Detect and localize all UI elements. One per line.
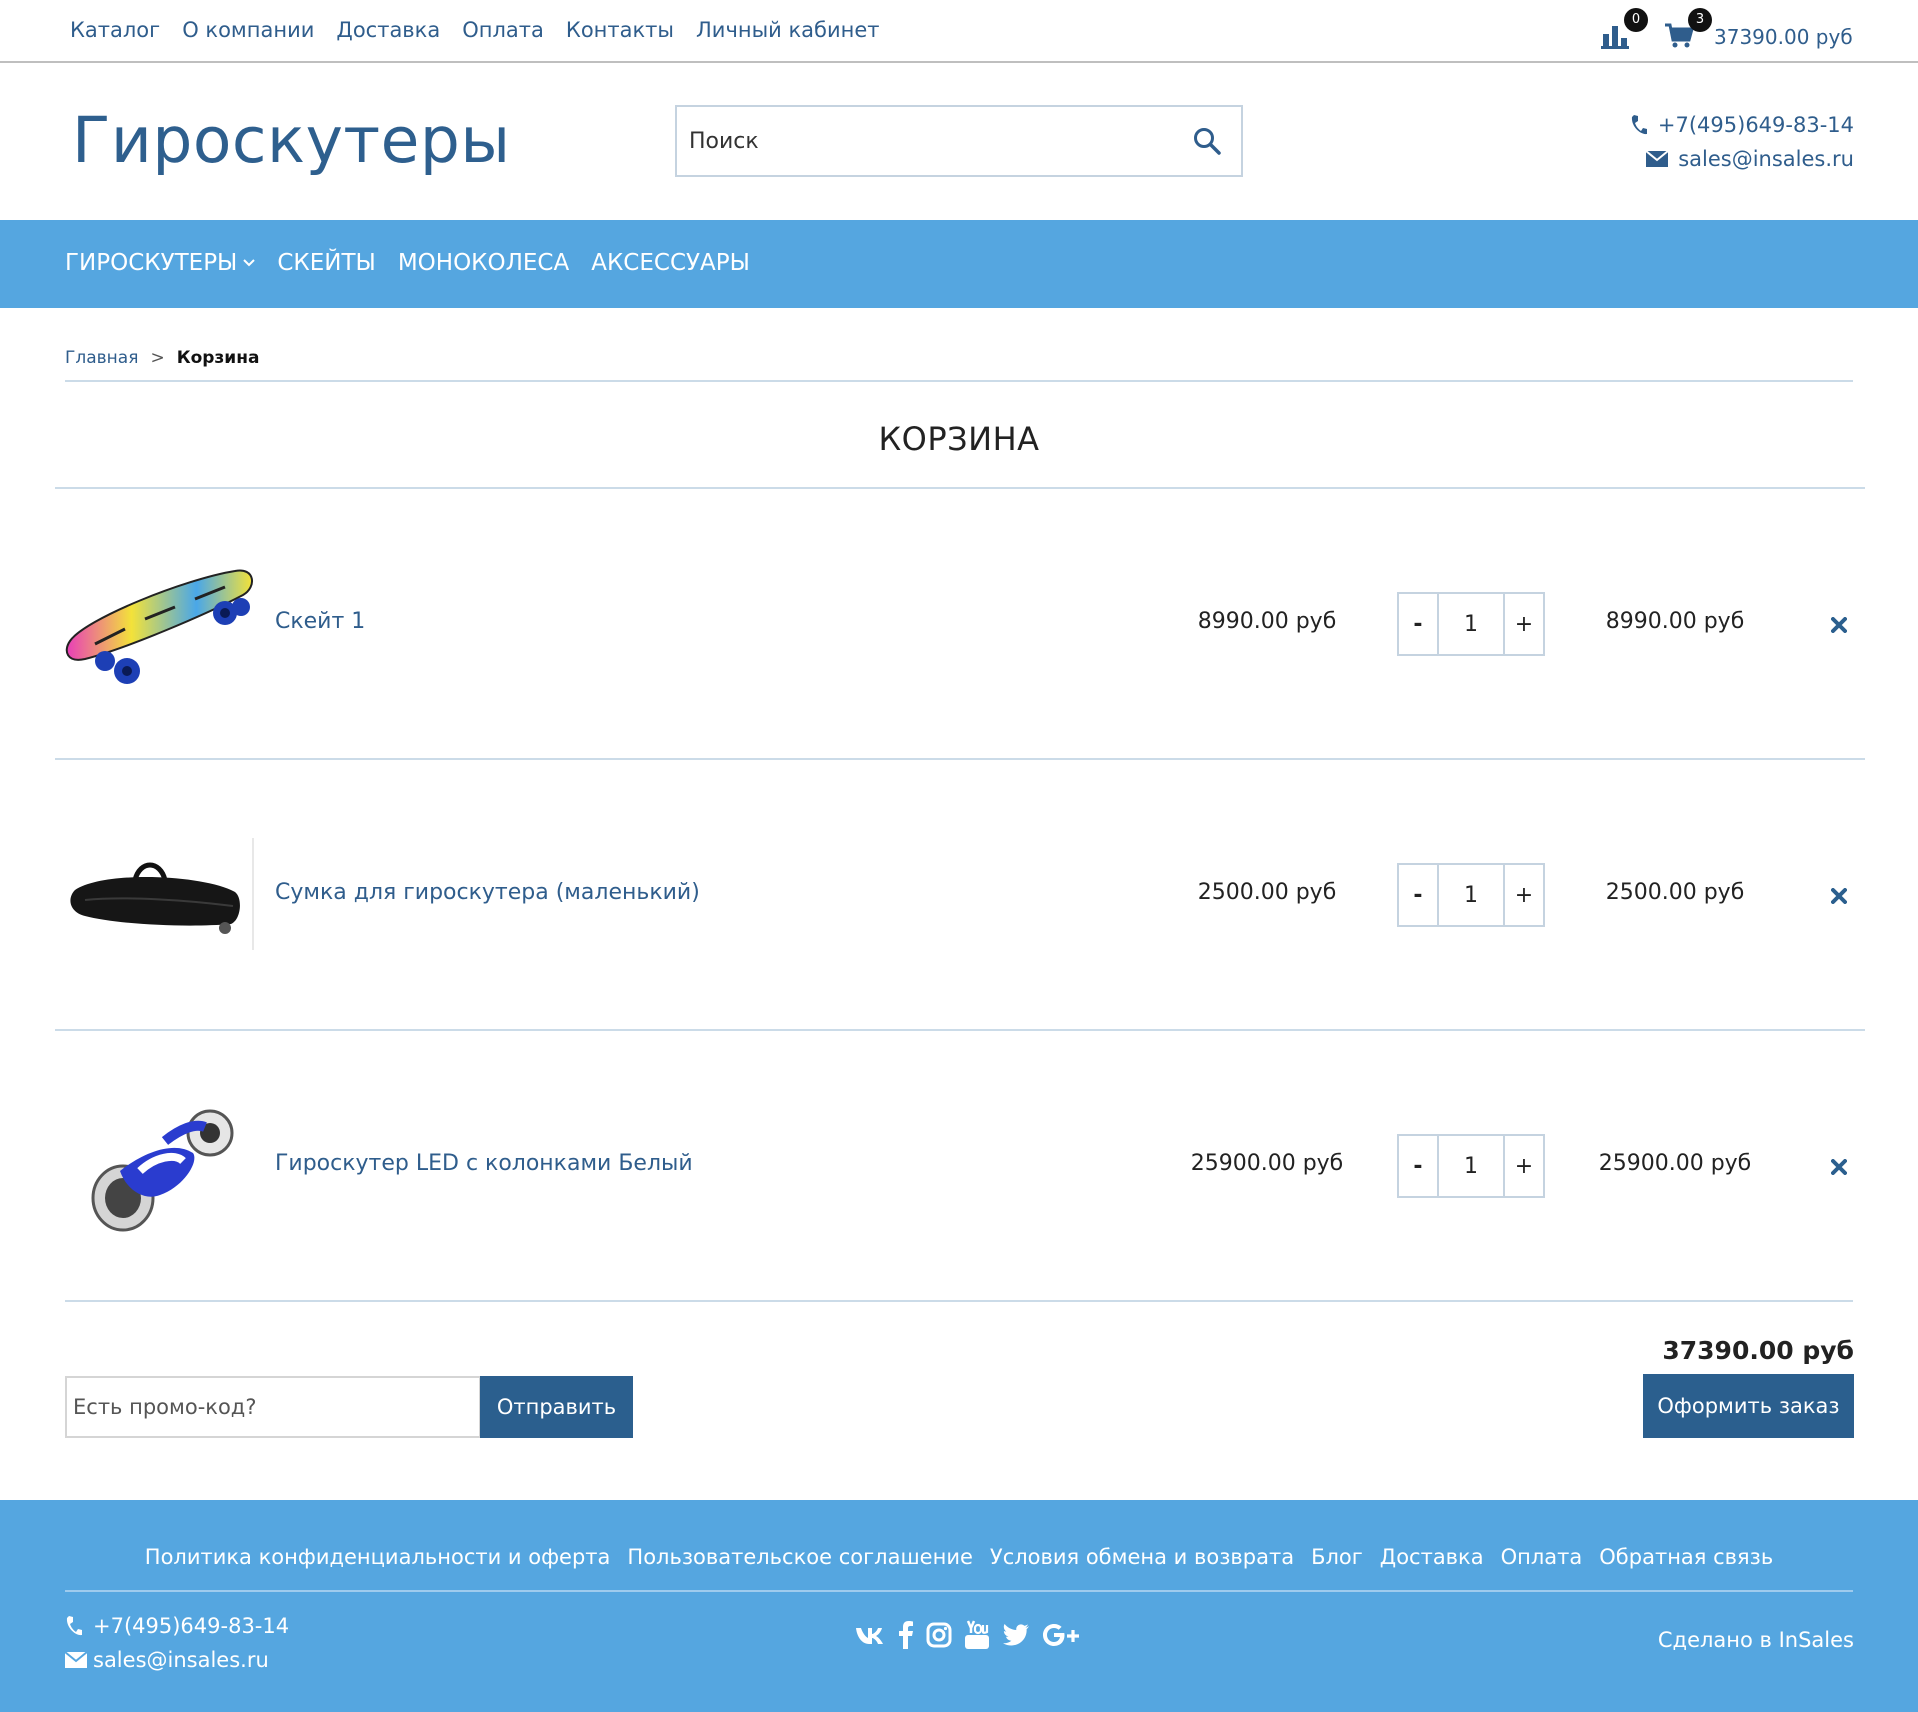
footer-email: sales@insales.ru xyxy=(65,1648,269,1672)
search-input[interactable] xyxy=(677,107,1177,175)
close-icon xyxy=(1831,1159,1847,1175)
promo-code-input[interactable] xyxy=(65,1376,481,1438)
footer-link-terms[interactable]: Пользовательское соглашение xyxy=(627,1545,972,1569)
site-logo[interactable]: Гироскутеры xyxy=(72,104,511,177)
footer-link-feedback[interactable]: Обратная связь xyxy=(1599,1545,1773,1569)
quantity-stepper: - + xyxy=(1397,1134,1545,1198)
close-icon xyxy=(1831,617,1847,633)
social-links xyxy=(854,1620,1080,1650)
main-nav: ГИРОСКУТЕРЫ СКЕЙТЫ МОНОКОЛЕСА АКСЕССУАРЫ xyxy=(0,220,1918,308)
header-phone: +7(495)649-83-14 xyxy=(1630,113,1854,137)
qty-input[interactable] xyxy=(1439,865,1503,925)
top-nav-contacts[interactable]: Контакты xyxy=(566,18,674,42)
top-nav-about[interactable]: О компании xyxy=(182,18,314,42)
breadcrumb-home[interactable]: Главная xyxy=(65,348,138,368)
qty-input[interactable] xyxy=(1439,594,1503,654)
instagram-icon[interactable] xyxy=(926,1622,952,1648)
phone-icon xyxy=(66,1616,82,1636)
cart-count-badge: 3 xyxy=(1688,8,1712,32)
main-nav-hoverboards[interactable]: ГИРОСКУТЕРЫ xyxy=(65,250,256,276)
search-box xyxy=(675,105,1243,177)
search-button[interactable] xyxy=(1173,107,1241,175)
twitter-icon[interactable] xyxy=(1002,1623,1030,1647)
header-email: sales@insales.ru xyxy=(1646,147,1854,171)
quantity-stepper: - + xyxy=(1397,863,1545,927)
breadcrumb-divider xyxy=(65,380,1853,382)
footer-link-returns[interactable]: Условия обмена и возврата xyxy=(990,1545,1294,1569)
footer-link-delivery[interactable]: Доставка xyxy=(1380,1545,1484,1569)
chevron-down-icon xyxy=(243,259,256,267)
product-price: 25900.00 руб xyxy=(1190,1151,1344,1176)
product-price: 8990.00 руб xyxy=(1197,609,1337,634)
cart-row: Гироскутер LED с колонками Белый 25900.0… xyxy=(55,1031,1865,1301)
qty-increase-button[interactable]: + xyxy=(1503,1136,1543,1196)
footer-link-payment[interactable]: Оплата xyxy=(1501,1545,1583,1569)
top-nav-account[interactable]: Личный кабинет xyxy=(696,18,880,42)
top-nav: Каталог О компании Доставка Оплата Конта… xyxy=(70,18,880,42)
order-total: 37390.00 руб xyxy=(1662,1336,1854,1365)
product-subtotal: 8990.00 руб xyxy=(1605,609,1745,634)
footer-divider xyxy=(65,1590,1853,1592)
remove-item-button[interactable] xyxy=(1825,882,1853,910)
footer-phone-text[interactable]: +7(495)649-83-14 xyxy=(93,1614,289,1638)
cart-button[interactable]: 3 xyxy=(1664,8,1712,52)
product-image-skateboard[interactable] xyxy=(65,549,255,699)
qty-decrease-button[interactable]: - xyxy=(1399,594,1439,654)
remove-item-button[interactable] xyxy=(1825,1153,1853,1181)
qty-decrease-button[interactable]: - xyxy=(1399,1136,1439,1196)
header-email-text[interactable]: sales@insales.ru xyxy=(1678,147,1854,171)
checkout-button[interactable]: Оформить заказ xyxy=(1643,1374,1854,1438)
qty-increase-button[interactable]: + xyxy=(1503,865,1543,925)
cart-row: Скейт 1 8990.00 руб - + 8990.00 руб xyxy=(55,489,1865,759)
mail-icon xyxy=(1646,151,1669,167)
main-nav-skates[interactable]: СКЕЙТЫ xyxy=(277,250,375,276)
header-phone-text[interactable]: +7(495)649-83-14 xyxy=(1658,113,1854,137)
top-bar: Каталог О компании Доставка Оплата Конта… xyxy=(0,0,1918,63)
qty-input[interactable] xyxy=(1439,1136,1503,1196)
quantity-stepper: - + xyxy=(1397,592,1545,656)
promo-submit-button[interactable]: Отправить xyxy=(480,1376,633,1438)
top-nav-delivery[interactable]: Доставка xyxy=(336,18,440,42)
product-subtotal: 25900.00 руб xyxy=(1598,1151,1752,1176)
breadcrumb-current: Корзина xyxy=(176,348,260,368)
product-subtotal: 2500.00 руб xyxy=(1605,880,1745,905)
breadcrumb: Главная > Корзина xyxy=(65,348,259,368)
product-name-link[interactable]: Сумка для гироскутера (маленький) xyxy=(275,880,700,905)
search-icon xyxy=(1194,128,1221,155)
row-divider xyxy=(65,1300,1853,1302)
footer-links: Политика конфиденциальности и оферта Пол… xyxy=(0,1545,1918,1569)
product-name-link[interactable]: Гироскутер LED с колонками Белый xyxy=(275,1151,693,1176)
facebook-icon[interactable] xyxy=(898,1621,914,1649)
vk-icon[interactable] xyxy=(854,1623,886,1647)
product-image-hoverboard[interactable] xyxy=(65,1091,255,1241)
footer-link-privacy[interactable]: Политика конфиденциальности и оферта xyxy=(145,1545,611,1569)
remove-item-button[interactable] xyxy=(1825,611,1853,639)
mail-icon xyxy=(65,1652,87,1668)
youtube-icon[interactable] xyxy=(964,1620,990,1650)
close-icon xyxy=(1831,888,1847,904)
cart-total-link[interactable]: 37390.00 руб xyxy=(1714,25,1853,49)
google-plus-icon[interactable] xyxy=(1042,1622,1080,1648)
footer: Политика конфиденциальности и оферта Пол… xyxy=(0,1500,1918,1712)
footer-link-blog[interactable]: Блог xyxy=(1311,1545,1363,1569)
compare-count-badge: 0 xyxy=(1624,8,1648,32)
compare-button[interactable]: 0 xyxy=(1600,8,1648,52)
made-in-insales-link[interactable]: Сделано в InSales xyxy=(1658,1628,1854,1652)
footer-phone: +7(495)649-83-14 xyxy=(65,1614,289,1638)
qty-decrease-button[interactable]: - xyxy=(1399,865,1439,925)
top-nav-catalog[interactable]: Каталог xyxy=(70,18,160,42)
product-price: 2500.00 руб xyxy=(1197,880,1337,905)
cart-row: Сумка для гироскутера (маленький) 2500.0… xyxy=(55,760,1865,1030)
phone-icon xyxy=(1631,115,1647,135)
footer-email-text[interactable]: sales@insales.ru xyxy=(93,1648,269,1672)
product-name-link[interactable]: Скейт 1 xyxy=(275,609,365,634)
main-nav-monowheels[interactable]: МОНОКОЛЕСА xyxy=(398,250,569,276)
main-nav-accessories[interactable]: АКСЕССУАРЫ xyxy=(591,250,750,276)
page-title: КОРЗИНА xyxy=(878,420,1040,458)
main-nav-hoverboards-label: ГИРОСКУТЕРЫ xyxy=(65,250,238,276)
qty-increase-button[interactable]: + xyxy=(1503,594,1543,654)
product-image-hoverboard-bag[interactable] xyxy=(65,820,255,970)
top-nav-payment[interactable]: Оплата xyxy=(462,18,544,42)
breadcrumb-separator: > xyxy=(150,348,165,368)
